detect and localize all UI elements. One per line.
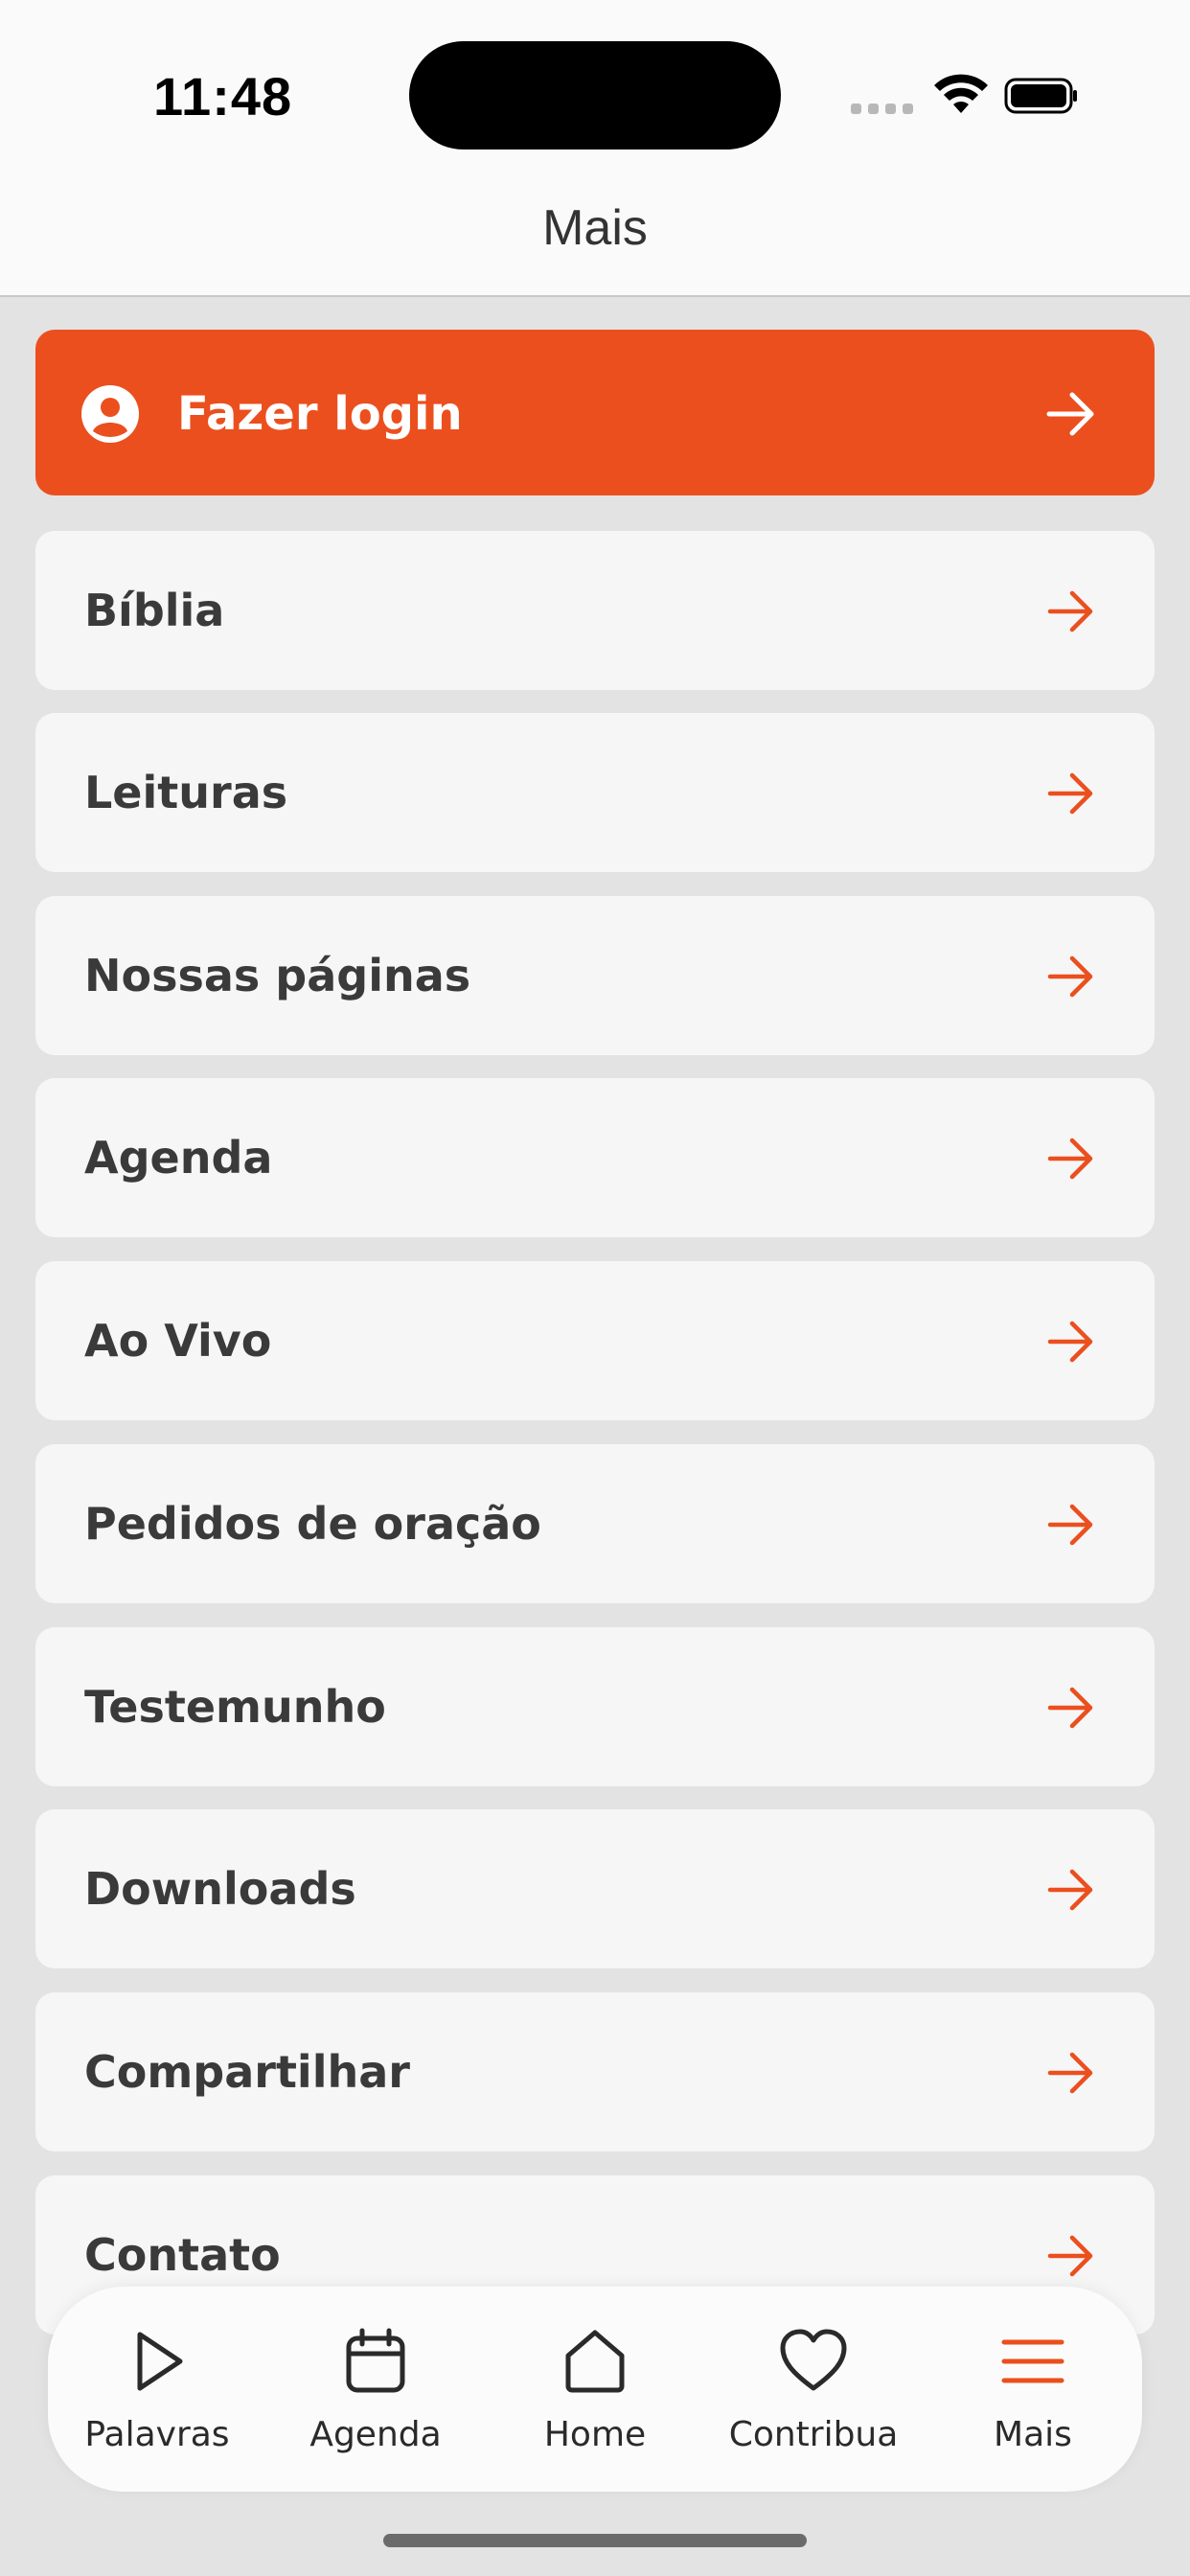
calendar-icon	[346, 2328, 405, 2393]
battery-icon	[1004, 78, 1077, 114]
header: 11:48 Mais	[0, 0, 1190, 297]
menu-item-label: Nossas páginas	[84, 950, 471, 1001]
menu-item-ao-vivo[interactable]: Ao Vivo	[35, 1261, 1155, 1420]
page-title: Mais	[542, 200, 648, 256]
tab-home[interactable]: Home	[499, 2287, 691, 2492]
menu-item-biblia[interactable]: Bíblia	[35, 531, 1155, 690]
heart-icon	[780, 2329, 847, 2391]
tab-label: Palavras	[84, 2415, 230, 2454]
menu-item-testemunho[interactable]: Testemunho	[35, 1627, 1155, 1786]
menu-item-label: Leituras	[84, 767, 288, 818]
arrow-right-icon	[1047, 1321, 1093, 1363]
menu-icon	[1001, 2339, 1064, 2383]
arrow-right-icon	[1047, 2235, 1093, 2277]
tab-palavras[interactable]: Palavras	[61, 2287, 253, 2492]
arrow-right-icon	[1047, 590, 1093, 632]
tab-contribua[interactable]: Contribua	[718, 2287, 909, 2492]
cellular-signal-icon	[851, 104, 913, 114]
menu-item-label: Bíblia	[84, 585, 225, 636]
screen: 11:48 Mais Fazer login Bíblia Leituras N…	[0, 0, 1190, 2576]
bottom-tab-bar: Palavras Agenda Home Contribua Mais	[48, 2287, 1142, 2492]
arrow-right-icon	[1047, 1504, 1093, 1546]
menu-item-label: Agenda	[84, 1132, 273, 1184]
status-icons	[851, 67, 1090, 125]
tab-label: Contribua	[728, 2415, 899, 2454]
status-time: 11:48	[153, 66, 293, 126]
home-indicator	[383, 2534, 807, 2547]
menu-item-label: Pedidos de oração	[84, 1498, 541, 1550]
arrow-right-icon	[1047, 1138, 1093, 1180]
menu-item-label: Testemunho	[84, 1681, 386, 1733]
tab-label: Mais	[994, 2415, 1072, 2454]
menu-item-label: Compartilhar	[84, 2046, 410, 2098]
arrow-right-icon	[1046, 392, 1094, 436]
arrow-right-icon	[1047, 955, 1093, 998]
tab-agenda[interactable]: Agenda	[280, 2287, 471, 2492]
account-circle-icon	[81, 385, 139, 443]
tab-mais[interactable]: Mais	[937, 2287, 1129, 2492]
menu-item-nossas-paginas[interactable]: Nossas páginas	[35, 896, 1155, 1055]
login-label: Fazer login	[177, 387, 463, 441]
menu-item-downloads[interactable]: Downloads	[35, 1809, 1155, 1968]
play-icon	[137, 2332, 183, 2391]
login-button[interactable]: Fazer login	[35, 330, 1155, 495]
home-icon	[565, 2330, 625, 2393]
menu-item-compartilhar[interactable]: Compartilhar	[35, 1992, 1155, 2151]
menu-item-label: Contato	[84, 2229, 281, 2281]
wifi-icon	[934, 74, 988, 113]
menu-item-agenda[interactable]: Agenda	[35, 1078, 1155, 1237]
menu-item-leituras[interactable]: Leituras	[35, 713, 1155, 872]
arrow-right-icon	[1047, 1869, 1093, 1911]
menu-item-label: Ao Vivo	[84, 1315, 272, 1367]
tab-label: Agenda	[309, 2415, 442, 2454]
arrow-right-icon	[1047, 772, 1093, 815]
menu-item-pedidos-de-oracao[interactable]: Pedidos de oração	[35, 1444, 1155, 1603]
arrow-right-icon	[1047, 1687, 1093, 1729]
tab-label: Home	[543, 2415, 647, 2454]
menu-item-label: Downloads	[84, 1863, 356, 1915]
arrow-right-icon	[1047, 2052, 1093, 2094]
dynamic-island	[409, 41, 781, 150]
